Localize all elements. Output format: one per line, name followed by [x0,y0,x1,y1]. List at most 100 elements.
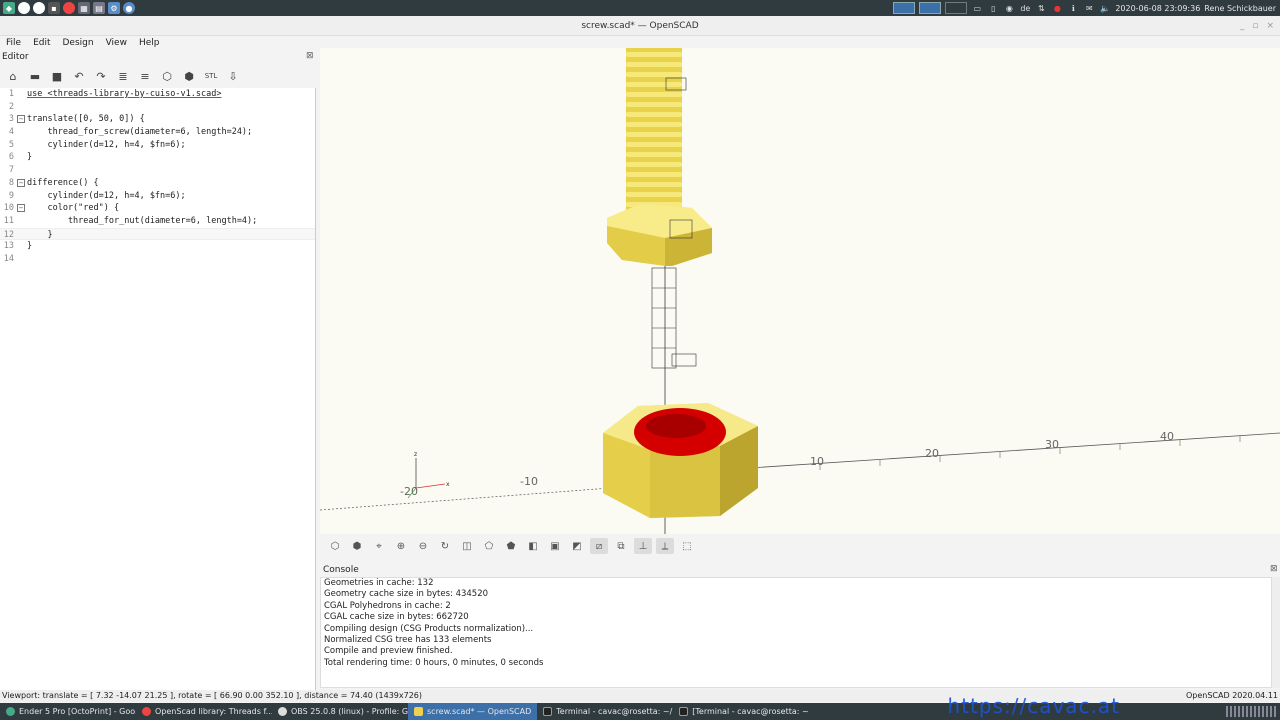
task-terminal-1[interactable]: Terminal - cavac@rosetta: ~/... [537,703,673,720]
terminal-icon[interactable]: ▦ [78,2,90,14]
fold-toggle[interactable]: − [17,115,25,124]
steam-icon[interactable]: ● [1051,2,1063,14]
task-terminal-2[interactable]: [Terminal - cavac@rosetta: ~] [673,703,809,720]
files-icon[interactable]: ▤ [93,2,105,14]
maximize-icon[interactable]: ▫ [1252,21,1258,31]
code-line[interactable]: 4 thread_for_screw(diameter=6, length=24… [0,126,315,139]
workspace-1[interactable] [893,2,916,14]
console-line: CGAL cache size in bytes: 662720 [324,612,469,623]
files-icon[interactable]: ▪ [48,2,60,14]
export-stl-icon[interactable]: STL [202,67,220,85]
watermark: https://cavac.at [947,694,1120,718]
unindent-icon[interactable]: ≣ [114,67,132,85]
indent-icon[interactable]: ≡ [136,67,154,85]
code-line-current[interactable]: 12 } [0,227,315,241]
code-line[interactable]: 13} [0,240,315,253]
console-scrollbar[interactable] [1272,577,1280,688]
clock[interactable]: 2020-06-08 23:09:36 [1115,4,1200,13]
3d-viewport[interactable]: -20 -10 10 20 30 40 z x [320,48,1280,534]
code-editor[interactable]: 1 use <threads-library-by-cuiso-v1.scad> … [0,88,316,690]
view-all-icon[interactable]: ⌖ [370,538,388,554]
workspace-2[interactable] [919,2,942,14]
render-icon[interactable]: ⬢ [180,67,198,85]
user-name[interactable]: Rene Schickbauer [1204,4,1276,13]
chrome-icon[interactable] [18,2,30,14]
code-line[interactable]: 9 cylinder(d=12, h=4, $fn=6); [0,190,315,203]
code-line[interactable]: 8− difference() { [0,177,315,190]
fold-toggle[interactable]: − [17,204,25,213]
task-octoprint[interactable]: Ender 5 Pro [OctoPrint] - Goo... [0,703,136,720]
task-openscad[interactable]: screw.scad* — OpenSCAD [408,703,538,720]
menu-view[interactable]: View [100,36,133,50]
zoom-in-icon[interactable]: ⊕ [392,538,410,554]
code-line[interactable]: 3− translate([0, 50, 0]) { [0,113,315,126]
workspace-pager[interactable] [1226,706,1276,717]
screw-head [607,203,712,266]
show-scale-icon[interactable]: ⟂ [656,538,674,554]
preview-icon[interactable]: ⬡ [326,538,344,554]
code-line[interactable]: 2 [0,101,315,114]
network-icon[interactable]: ⇅ [1035,2,1047,14]
menu-file[interactable]: File [0,36,27,50]
show-edges-icon[interactable]: ⬚ [678,538,696,554]
app-icon[interactable]: ● [123,2,135,14]
menu-design[interactable]: Design [57,36,100,50]
redo-icon[interactable]: ↷ [92,67,110,85]
code-line[interactable]: 14 [0,253,315,266]
window-titlebar[interactable]: screw.scad* — OpenSCAD [0,16,1280,36]
close-icon[interactable]: ⊠ [1270,564,1278,574]
viewport-status: Viewport: translate = [ 7.32 -14.07 21.2… [2,691,423,700]
console-line: Geometry cache size in bytes: 434520 [324,589,489,600]
chrome-icon[interactable]: ◉ [1003,2,1015,14]
task-obs[interactable]: OBS 25.0.8 (linux) - Profile: G... [272,703,408,720]
code-line[interactable]: 7 [0,164,315,177]
minimize-icon[interactable]: _ [1240,21,1245,31]
svg-text:x: x [446,481,450,488]
chrome-icon[interactable] [63,2,75,14]
fold-toggle[interactable]: − [17,178,25,187]
console-line: Normalized CSG tree has 133 elements [324,635,492,646]
console-output[interactable]: Geometries in cache: 132 Geometry cache … [320,577,1272,688]
orthogonal-icon[interactable]: ⧉ [612,538,630,554]
new-icon[interactable]: ⌂ [4,67,22,85]
view-back-icon[interactable]: ◩ [568,538,586,554]
perspective-icon[interactable]: ⧄ [590,538,608,554]
window-icon[interactable]: ▭ [971,2,983,14]
open-icon[interactable]: ▬ [26,67,44,85]
view-right-icon[interactable]: ◫ [458,538,476,554]
render-icon[interactable]: ⬢ [348,538,366,554]
close-icon[interactable]: ⊠ [306,51,314,61]
view-bottom-icon[interactable]: ⬟ [502,538,520,554]
menu-edit[interactable]: Edit [27,36,56,50]
chrome-icon[interactable] [33,2,45,14]
preview-icon[interactable]: ⬡ [158,67,176,85]
close-icon[interactable]: × [1266,21,1274,31]
settings-icon[interactable]: ⚙ [108,2,120,14]
volume-icon[interactable]: 🔈 [1099,2,1111,14]
menu-help[interactable]: Help [133,36,166,50]
code-line[interactable]: 10− color("red") { [0,202,315,215]
view-left-icon[interactable]: ◧ [524,538,542,554]
mail-icon[interactable]: ✉ [1083,2,1095,14]
clipboard-icon[interactable]: ▯ [987,2,999,14]
view-top-icon[interactable]: ⬠ [480,538,498,554]
info-icon[interactable]: ℹ [1067,2,1079,14]
code-line[interactable]: 5 cylinder(d=12, h=4, $fn=6); [0,139,315,152]
send-to-print-icon[interactable]: ⇩ [224,67,242,85]
zoom-out-icon[interactable]: ⊖ [414,538,432,554]
keyboard-layout[interactable]: de [1019,2,1031,14]
reset-view-icon[interactable]: ↻ [436,538,454,554]
start-icon[interactable]: ◆ [3,2,15,14]
show-axes-icon[interactable]: ⊥ [634,538,652,554]
task-openscad-library[interactable]: OpenScad library: Threads f... [136,703,272,720]
code-line[interactable]: 1 use <threads-library-by-cuiso-v1.scad> [0,88,315,101]
view-front-icon[interactable]: ▣ [546,538,564,554]
save-icon[interactable]: ■ [48,67,66,85]
screw-thread [626,48,687,216]
code-line[interactable]: 11 thread_for_nut(diameter=6, length=4); [0,215,315,228]
code-line[interactable]: 6} [0,151,315,164]
workspace-3[interactable] [945,2,968,14]
version-label: OpenSCAD 2020.04.11 [1185,691,1278,700]
axis-label: 20 [925,447,939,460]
undo-icon[interactable]: ↶ [70,67,88,85]
